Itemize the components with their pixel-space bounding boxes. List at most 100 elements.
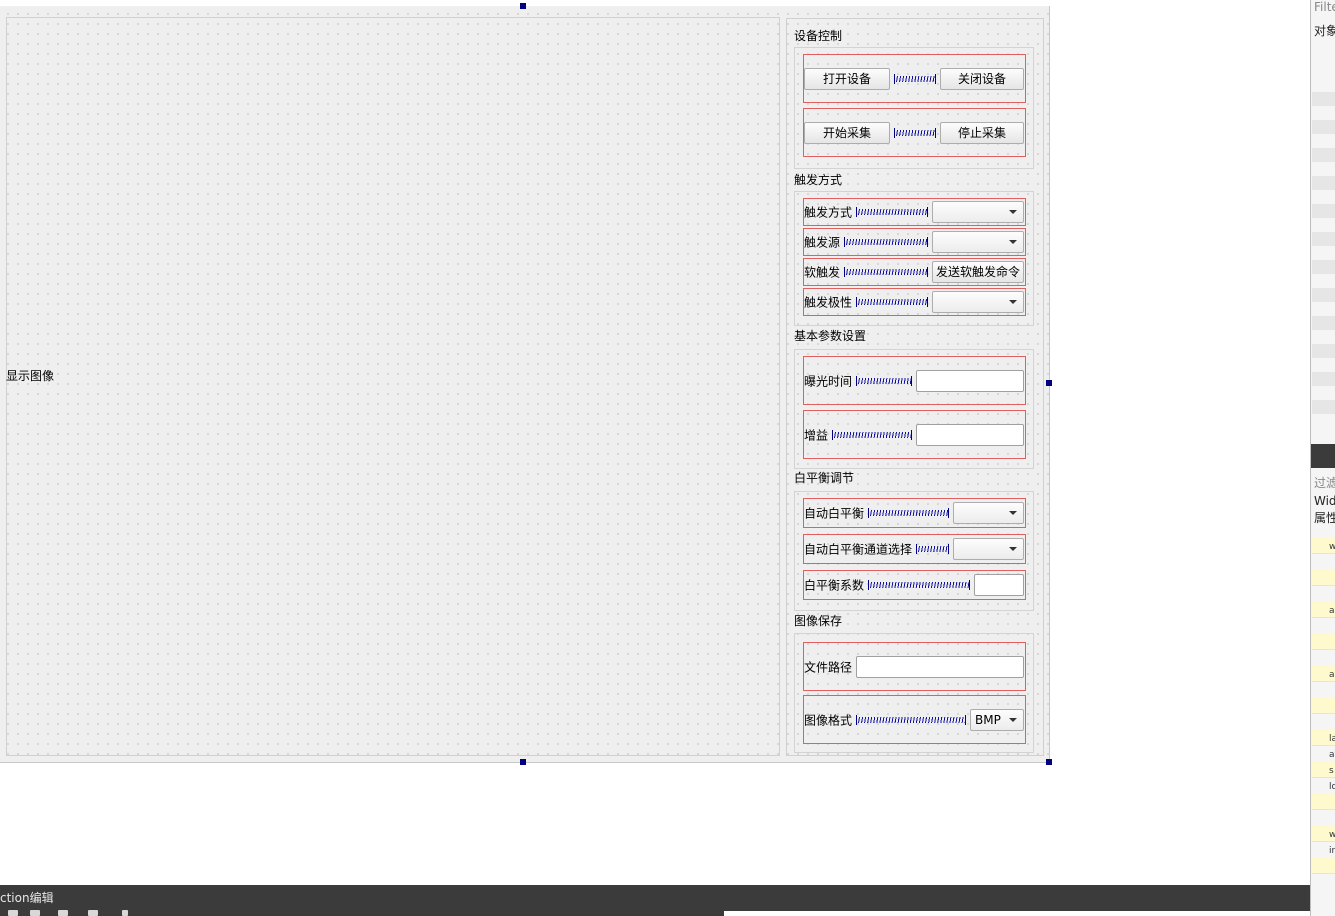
resize-handle-top[interactable] — [520, 3, 526, 9]
object-filter-input[interactable]: Filte — [1314, 0, 1335, 14]
trigger-source-label: 触发源 — [804, 235, 841, 250]
spacer — [868, 508, 949, 518]
spacer — [856, 714, 966, 725]
property-row[interactable] — [1312, 634, 1335, 650]
spacer — [844, 267, 928, 277]
wb-channel-combo[interactable] — [953, 538, 1024, 560]
open-device-button[interactable]: 打开设备 — [804, 67, 890, 90]
property-row[interactable] — [1312, 570, 1335, 586]
tree-row[interactable] — [1312, 176, 1335, 190]
auto-wb-row: 自动白平衡 — [803, 498, 1026, 528]
trigger-mode-label: 触发方式 — [804, 205, 853, 220]
property-row[interactable] — [1312, 794, 1335, 810]
stop-grab-button[interactable]: 停止采集 — [940, 121, 1024, 144]
wb-channel-row: 自动白平衡通道选择 — [803, 534, 1026, 564]
spacer — [894, 73, 936, 84]
wb-ratio-label: 白平衡系数 — [804, 578, 865, 593]
object-inspector-header: 对象 — [1314, 24, 1335, 38]
property-row[interactable] — [1312, 698, 1335, 714]
gain-input[interactable] — [916, 423, 1024, 446]
send-soft-trigger-button[interactable]: 发送软触发命令 — [932, 261, 1024, 283]
chevron-down-icon — [1009, 210, 1017, 214]
spacer — [856, 207, 928, 217]
chevron-down-icon — [1009, 240, 1017, 244]
exposure-label: 曝光时间 — [804, 374, 853, 388]
document-icon[interactable] — [88, 910, 98, 916]
image-format-label: 图像格式 — [804, 713, 853, 727]
spacer — [832, 429, 912, 440]
tree-row[interactable] — [1312, 288, 1335, 302]
tree-row[interactable] — [1312, 120, 1335, 134]
gain-label: 增益 — [804, 428, 829, 442]
new-icon[interactable] — [8, 910, 18, 916]
image-format-row: 图像格式 BMP — [803, 695, 1026, 744]
property-row-label: a — [1329, 670, 1335, 680]
property-row-label: s — [1329, 766, 1334, 776]
copy-icon[interactable] — [30, 910, 40, 916]
image-save-title: 图像保存 — [794, 614, 843, 628]
spacer — [844, 237, 928, 247]
trigger-group: 触发方式 触发源 软触发 发送软触发命令 触发极性 — [794, 191, 1034, 326]
gain-row: 增益 — [803, 410, 1026, 459]
image-format-combo[interactable]: BMP — [970, 708, 1024, 731]
property-row[interactable] — [1312, 858, 1335, 874]
close-device-button[interactable]: 关闭设备 — [940, 67, 1024, 90]
basic-params-title: 基本参数设置 — [794, 329, 867, 343]
spacer — [856, 297, 928, 307]
image-display-label: 显示图像 — [6, 369, 55, 383]
property-header: 属性 — [1314, 511, 1335, 525]
property-editor-titlebar — [1311, 444, 1335, 468]
basic-params-group: 曝光时间 增益 — [794, 349, 1034, 469]
trigger-polarity-combo[interactable] — [932, 291, 1024, 313]
property-filter-input[interactable]: 过滤 — [1314, 474, 1335, 491]
exposure-input[interactable] — [916, 369, 1024, 392]
tree-row[interactable] — [1312, 400, 1335, 414]
property-row-label: w — [1329, 542, 1335, 552]
wb-ratio-input[interactable] — [974, 574, 1024, 596]
property-row-label: a — [1329, 750, 1335, 760]
wb-channel-label: 自动白平衡通道选择 — [804, 542, 913, 557]
trigger-mode-row: 触发方式 — [803, 198, 1026, 226]
tree-row[interactable] — [1312, 260, 1335, 274]
tree-row[interactable] — [1312, 344, 1335, 358]
tree-row[interactable] — [1312, 204, 1335, 218]
control-panel: 设备控制 打开设备 关闭设备 开始采集 停止采集 触发方式 触发方式 触发源 软… — [786, 18, 1044, 756]
property-row-label: a — [1329, 606, 1335, 616]
resize-handle-bottom[interactable] — [520, 759, 526, 765]
image-display-frame — [6, 17, 780, 756]
resize-handle-corner[interactable] — [1046, 759, 1052, 765]
file-path-label: 文件路径 — [804, 660, 853, 674]
grab-start-stop-row: 开始采集 停止采集 — [803, 108, 1026, 157]
white-balance-title: 白平衡调节 — [794, 471, 855, 485]
trigger-source-combo[interactable] — [932, 231, 1024, 253]
action-list-area — [724, 911, 1310, 916]
soft-trigger-label: 软触发 — [804, 265, 841, 280]
start-grab-button[interactable]: 开始采集 — [804, 121, 890, 144]
soft-trigger-row: 软触发 发送软触发命令 — [803, 258, 1026, 286]
wb-ratio-row: 白平衡系数 — [803, 570, 1026, 600]
paste-icon[interactable] — [58, 910, 68, 916]
trigger-polarity-row: 触发极性 — [803, 288, 1026, 316]
trigger-polarity-label: 触发极性 — [804, 295, 853, 310]
auto-wb-label: 自动白平衡 — [804, 506, 865, 521]
tree-row[interactable] — [1312, 92, 1335, 106]
design-form[interactable]: 显示图像 设备控制 打开设备 关闭设备 开始采集 停止采集 触发方式 触发方式 — [0, 3, 1052, 765]
action-editor-title: ction编辑 — [0, 891, 54, 905]
chevron-down-icon — [1009, 547, 1017, 551]
tree-row[interactable] — [1312, 372, 1335, 386]
property-row-label: la — [1329, 734, 1335, 744]
file-path-row: 文件路径 — [803, 642, 1026, 691]
chevron-down-icon — [1009, 300, 1017, 304]
tree-row[interactable] — [1312, 232, 1335, 246]
auto-wb-combo[interactable] — [953, 502, 1024, 524]
tree-row[interactable] — [1312, 148, 1335, 162]
file-path-input[interactable] — [856, 655, 1024, 678]
resize-handle-right[interactable] — [1046, 380, 1052, 386]
exposure-row: 曝光时间 — [803, 356, 1026, 405]
brace-icon[interactable] — [122, 910, 128, 916]
spacer — [868, 580, 970, 590]
tree-row[interactable] — [1312, 316, 1335, 330]
trigger-mode-combo[interactable] — [932, 201, 1024, 223]
device-control-title: 设备控制 — [794, 29, 843, 43]
trigger-title: 触发方式 — [794, 173, 843, 187]
